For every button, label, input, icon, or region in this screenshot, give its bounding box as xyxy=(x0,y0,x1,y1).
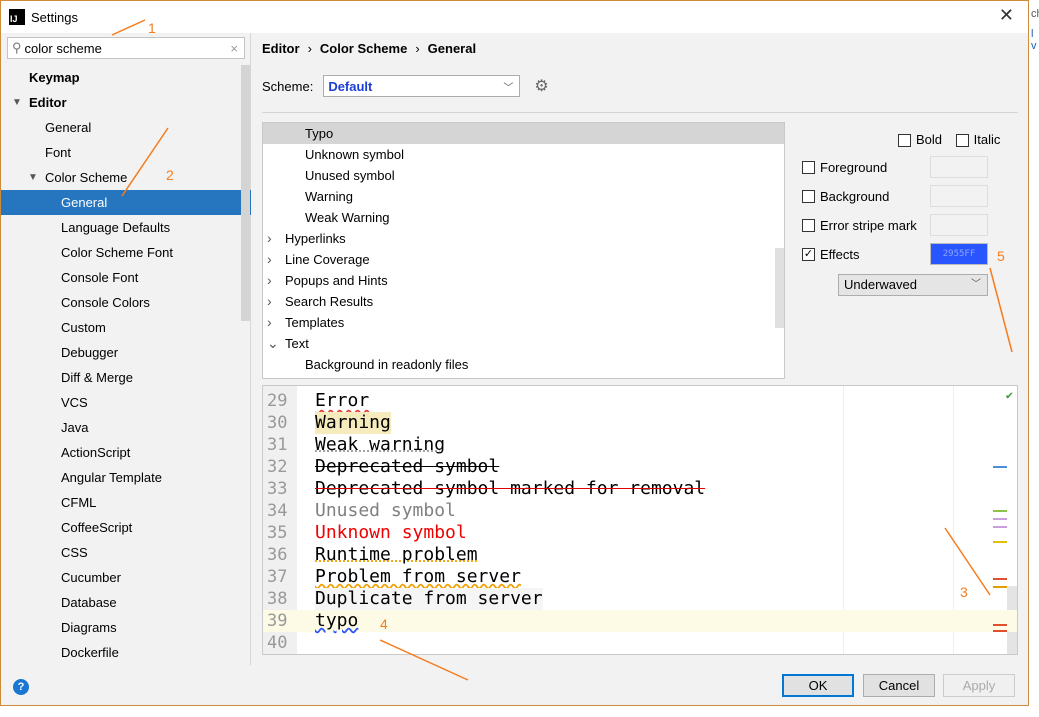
annotation-arrow xyxy=(379,639,469,681)
annotation-label: 4 xyxy=(380,616,388,632)
annotation-label: 1 xyxy=(148,20,156,36)
annotation-label: 5 xyxy=(997,248,1005,264)
annotation-arrow xyxy=(989,267,1013,353)
annotation-arrow xyxy=(111,19,146,36)
annotation-label: 3 xyxy=(960,584,968,600)
annotation-label: 2 xyxy=(166,167,174,183)
annotation-arrows xyxy=(111,19,1013,681)
annotation-arrow xyxy=(121,127,169,197)
